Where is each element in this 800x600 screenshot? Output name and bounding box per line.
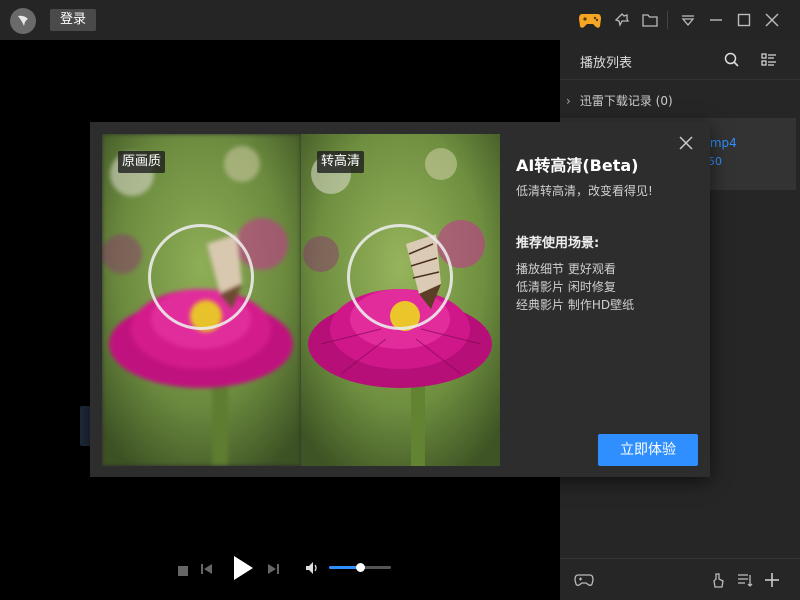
comparison-image: 原画质 转高清 [102,134,500,466]
add-icon[interactable] [763,571,781,593]
playlist-item-size: 50 [708,155,722,168]
pin-icon[interactable] [612,10,632,30]
chevron-right-icon: › [566,94,571,108]
magnifier-circle [148,224,254,330]
game-icon[interactable] [578,9,602,31]
enhanced-quality-tag: 转高清 [317,151,365,173]
stop-icon[interactable] [177,562,189,581]
next-icon[interactable] [266,561,280,580]
dialog-line: 经典影片 制作HD壁纸 [516,298,635,312]
dialog-heading: 推荐使用场景: [516,236,600,251]
download-history-row[interactable]: › 迅雷下载记录 (0) [566,92,673,109]
login-button[interactable]: 登录 [50,9,96,31]
gamepad-icon[interactable] [574,572,594,592]
original-quality-image: 原画质 [102,134,301,466]
original-quality-tag: 原画质 [118,151,166,173]
previous-icon[interactable] [200,561,214,580]
playlist-header: 播放列表 [560,40,800,80]
title-divider [667,11,668,29]
playlist-footer [560,558,800,600]
volume-knob[interactable] [356,563,365,572]
try-now-button[interactable]: 立即体验 [598,434,698,466]
playlist-item-name: .mp4 [706,136,737,150]
close-icon[interactable] [762,10,782,30]
maximize-icon[interactable] [734,10,754,30]
dialog-close-icon[interactable] [678,135,694,151]
ai-upscale-dialog: 原画质 转高清 AI转高清(Beta) 低清转高清，改变看得见! 推荐使用场景:… [90,122,710,477]
app-logo-icon[interactable] [10,8,36,34]
list-view-icon[interactable] [760,51,778,73]
clean-icon[interactable] [710,571,728,593]
menu-dropdown-icon[interactable] [678,10,698,30]
enhanced-quality-image: 转高清 [301,134,500,466]
playlist-title: 播放列表 [580,56,633,71]
minimize-icon[interactable] [706,10,726,30]
dialog-line: 低清影片 闲时修复 [516,280,616,294]
magnifier-circle [347,224,453,330]
sort-icon[interactable] [736,571,754,593]
folder-icon[interactable] [640,10,660,30]
volume-icon[interactable] [304,560,320,580]
play-icon[interactable] [231,555,255,585]
download-history-label: 迅雷下载记录 (0) [579,94,673,108]
volume-slider[interactable] [329,563,391,572]
dialog-title: AI转高清(Beta) [516,156,639,175]
search-icon[interactable] [723,51,741,73]
title-bar: 登录 [0,0,800,40]
dialog-line: 播放细节 更好观看 [516,262,616,276]
dialog-subtitle: 低清转高清，改变看得见! [516,184,653,198]
